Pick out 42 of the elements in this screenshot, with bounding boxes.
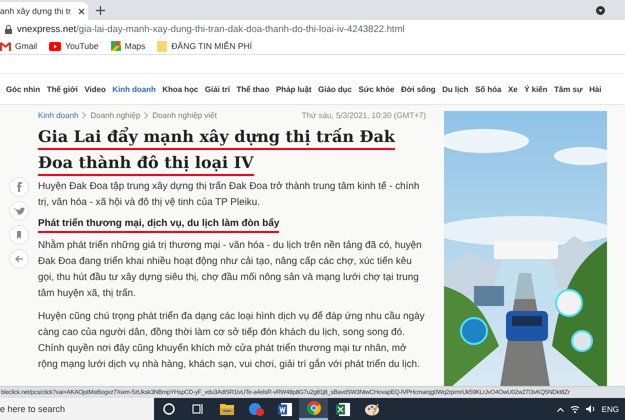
map-icon: [110, 41, 121, 51]
breadcrumb-link[interactable]: Kinh doanh: [38, 111, 78, 120]
document-app-icon[interactable]: [278, 402, 292, 416]
bird-icon[interactable]: [9, 201, 29, 221]
wifi-icon[interactable]: [570, 405, 580, 413]
facebook-icon[interactable]: [9, 177, 29, 197]
article-title: Đoa thành đô thị loại IV: [38, 152, 254, 176]
section-heading: Phát triển thương mại, dịch vụ, du lịch làm đòn bẩy: [38, 217, 280, 233]
bookmark-link[interactable]: ĐĂNG TIN MIỄN PHÍ: [171, 41, 252, 51]
close-icon[interactable]: [78, 8, 85, 14]
browser-tab[interactable]: anh xây dựng thị tr: [0, 2, 88, 20]
breadcrumb-link[interactable]: Doanh nghiệp viết: [152, 111, 217, 120]
breadcrumb-link[interactable]: Doanh nghiệp: [90, 111, 140, 120]
search-field[interactable]: e here to search: [0, 398, 154, 420]
url-text[interactable]: vnexpress.net/gia-lai-day-manh-xay-dung-thi-tran-dak-doa-thanh-do-thi-loai-iv-4243822.html: [17, 24, 405, 34]
bookmark-icon[interactable]: [9, 225, 29, 245]
mail-icon: [0, 42, 11, 50]
task-view-icon[interactable]: [192, 403, 204, 415]
play-icon: [49, 42, 62, 50]
dropdown-icon[interactable]: [596, 6, 605, 14]
publish-date: Thứ sáu, 5/3/2021, 10:30 (GMT+7): [302, 111, 426, 120]
lock-icon: [5, 24, 12, 34]
lead-paragraph: Huyện Đak Đoa tập trung xây dựng thị trấn Đak Đoa trở thành trung tâm kinh tế - chính trị, văn hóa - xã hội và đô thị vệ tinh của TP Pleiku.: [38, 180, 420, 210]
chat-app-icon[interactable]: [248, 402, 264, 416]
bookmark-link[interactable]: Maps: [124, 41, 146, 51]
bookmark-link[interactable]: YouTube: [65, 41, 99, 51]
chevron-up-icon[interactable]: [556, 406, 564, 412]
folder-icon[interactable]: [220, 403, 234, 415]
speaker-icon[interactable]: [586, 405, 596, 413]
chevron-icon: [144, 112, 148, 119]
browser-icon[interactable]: [306, 401, 320, 415]
circle-icon[interactable]: [162, 403, 174, 415]
language-indicator[interactable]: ENG: [602, 404, 619, 414]
palette-icon[interactable]: [364, 402, 378, 416]
article-title: Gia Lai đẩy mạnh xây dựng thị trấn Đak: [38, 126, 395, 150]
new-tab-icon[interactable]: [96, 6, 105, 14]
folder-icon: [157, 40, 168, 52]
body-paragraph: Huyện cũng chú trọng phát triển đa dạng các loại hình dịch vụ để đáp ứng nhu cầu ngày càng cao của người dân, đồng thời làm cơ sở tiếp đón khách du lịch, song song đó. Chính quyền nơi đây cũng khuyến khích mở cửa phát triển thương mại tư nhân, mở rộng mạng lưới dịch vụ nhà hàng, khách sạn, vui chơi, giải trí gắn với phát triển du lịch.: [38, 310, 426, 372]
spreadsheet-app-icon[interactable]: [336, 402, 350, 416]
bookmark-link[interactable]: Gmail: [15, 41, 38, 51]
chevron-icon: [82, 112, 86, 119]
body-paragraph: Nhằm phát triển những giá trị thương mại - văn hóa - du lịch trên nền tảng đã có, huyện Đak Đoa đang triển khai nhiều hoạt động như cải tạo, nâng cấp các chợ, xúc tiến kêu gọi, thu hút đầu tư xây dựng siêu thị, chợ đầu mối nông sản và mạng lưới chợ tại trung tâm huyện xã, thị trấn.: [38, 238, 423, 301]
